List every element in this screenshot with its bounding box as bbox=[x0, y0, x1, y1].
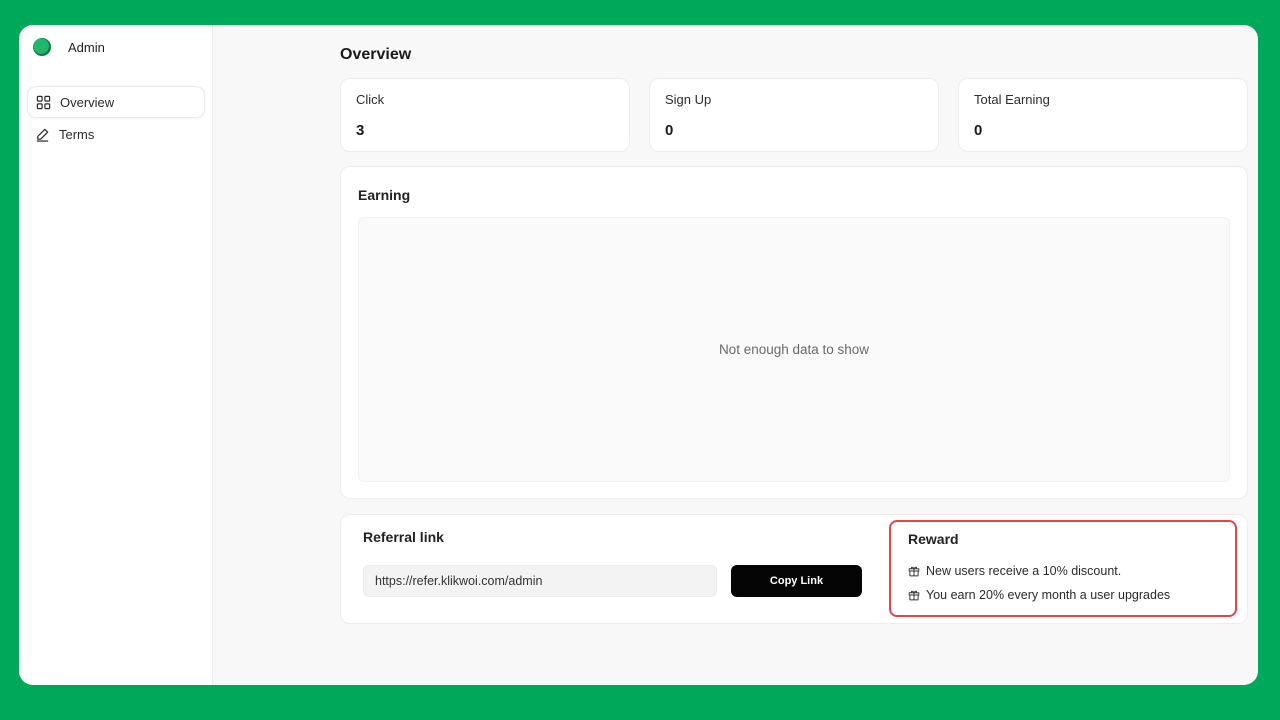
stat-value: 0 bbox=[974, 122, 983, 139]
reward-box: Reward New users receive a 10% discount. bbox=[889, 520, 1237, 617]
copy-link-button[interactable]: Copy Link bbox=[731, 565, 862, 597]
reward-line-text: You earn 20% every month a user upgrades bbox=[926, 588, 1171, 602]
referral-link-input[interactable] bbox=[363, 565, 717, 597]
reward-line: You earn 20% every month a user upgrades bbox=[908, 588, 1170, 602]
app-window: Admin Overview Terms Overview Click 3 Si… bbox=[19, 25, 1258, 685]
stat-value: 0 bbox=[665, 122, 674, 139]
reward-line: New users receive a 10% discount. bbox=[908, 564, 1121, 578]
circle-logo-icon bbox=[33, 38, 51, 56]
reward-line-text: New users receive a 10% discount. bbox=[926, 564, 1122, 578]
sidebar-item-overview[interactable]: Overview bbox=[27, 86, 205, 118]
earning-title: Earning bbox=[358, 187, 411, 203]
gift-icon bbox=[908, 590, 920, 601]
gift-icon bbox=[908, 566, 920, 577]
sidebar: Admin Overview Terms bbox=[19, 25, 213, 685]
earning-card: Earning Not enough data to show bbox=[340, 166, 1248, 499]
stat-label: Total Earning bbox=[974, 92, 1050, 107]
referral-title: Referral link bbox=[363, 529, 444, 545]
sidebar-nav: Overview Terms bbox=[27, 86, 205, 150]
sidebar-item-terms[interactable]: Terms bbox=[27, 118, 205, 150]
main-content: Overview Click 3 Sign Up 0 Total Earning… bbox=[340, 25, 1248, 685]
empty-state-message: Not enough data to show bbox=[718, 342, 870, 357]
sidebar-item-label: Terms bbox=[59, 126, 95, 142]
brand[interactable]: Admin bbox=[33, 38, 105, 56]
grid-icon bbox=[36, 95, 51, 109]
stat-label: Sign Up bbox=[665, 92, 712, 107]
referral-card: Referral link Copy Link Reward New users… bbox=[340, 514, 1248, 624]
stat-card-signup: Sign Up 0 bbox=[649, 78, 939, 152]
stat-card-total-earning: Total Earning 0 bbox=[958, 78, 1248, 152]
pencil-icon bbox=[36, 128, 49, 142]
earning-chart-area: Not enough data to show bbox=[358, 217, 1230, 482]
stat-label: Click bbox=[356, 92, 385, 107]
brand-name: Admin bbox=[68, 39, 105, 55]
stat-card-click: Click 3 bbox=[340, 78, 630, 152]
sidebar-item-label: Overview bbox=[60, 94, 115, 110]
page-title: Overview bbox=[340, 46, 412, 63]
reward-title: Reward bbox=[908, 531, 959, 547]
stat-value: 3 bbox=[356, 122, 365, 139]
